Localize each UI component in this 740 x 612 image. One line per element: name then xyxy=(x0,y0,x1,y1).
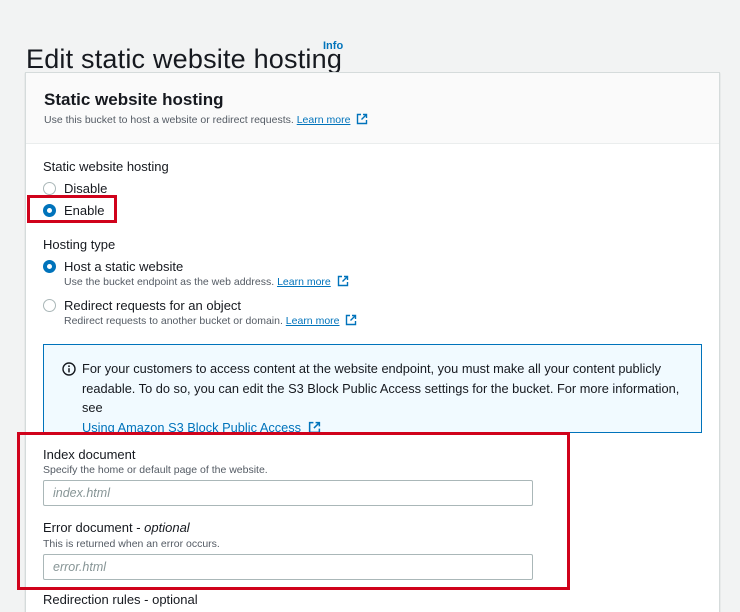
radio-redirect[interactable]: Redirect requests for an object xyxy=(43,298,241,313)
redirect-description: Redirect requests to another bucket or d… xyxy=(64,314,357,327)
radio-host-static-label: Host a static website xyxy=(64,259,184,274)
host-static-description: Use the bucket endpoint as the web addre… xyxy=(64,275,349,288)
radio-enable-circle[interactable] xyxy=(43,204,56,217)
error-document-description: This is returned when an error occurs. xyxy=(43,538,220,550)
info-alert-body: For your customers to access content at … xyxy=(82,361,680,415)
info-link[interactable]: Info xyxy=(323,40,343,52)
error-document-label: Error document - optional xyxy=(43,520,190,535)
info-circle-icon xyxy=(62,362,76,376)
error-document-input[interactable] xyxy=(43,554,533,580)
info-alert: For your customers to access content at … xyxy=(43,344,702,435)
hosting-type-label: Hosting type xyxy=(43,237,116,252)
index-document-label: Index document xyxy=(43,447,136,462)
error-document-optional: optional xyxy=(144,520,190,535)
redirect-description-text: Redirect requests to another bucket or d… xyxy=(64,315,283,327)
radio-disable[interactable]: Disable xyxy=(43,181,107,196)
radio-enable[interactable]: Enable xyxy=(43,203,104,218)
info-alert-text: For your customers to access content at … xyxy=(82,359,687,437)
redirection-rules-label: Redirection rules - optional xyxy=(43,592,198,607)
panel-title: Static website hosting xyxy=(44,90,224,109)
page-title: Edit static website hosting xyxy=(26,44,343,75)
index-document-description: Specify the home or default page of the … xyxy=(43,464,268,476)
radio-disable-label: Disable xyxy=(64,181,108,196)
radio-host-static-circle[interactable] xyxy=(43,260,56,273)
panel-description-text: Use this bucket to host a website or red… xyxy=(44,114,294,126)
panel-learn-more-link[interactable]: Learn more xyxy=(297,114,351,126)
external-link-icon xyxy=(308,421,320,433)
host-static-learn-more-link[interactable]: Learn more xyxy=(277,276,331,288)
index-document-input[interactable] xyxy=(43,480,533,506)
radio-enable-label: Enable xyxy=(64,203,105,218)
radio-disable-circle[interactable] xyxy=(43,182,56,195)
host-static-description-text: Use the bucket endpoint as the web addre… xyxy=(64,276,275,288)
panel-header: Static website hosting Use this bucket t… xyxy=(26,73,719,144)
radio-redirect-label: Redirect requests for an object xyxy=(64,298,242,313)
panel-description: Use this bucket to host a website or red… xyxy=(44,113,368,126)
external-link-icon xyxy=(357,113,368,125)
radio-redirect-circle[interactable] xyxy=(43,299,56,312)
external-link-icon xyxy=(337,275,348,287)
hosting-label: Static website hosting xyxy=(43,159,169,174)
error-document-label-text: Error document - xyxy=(43,520,145,535)
external-link-icon xyxy=(346,314,357,326)
block-public-access-link[interactable]: Using Amazon S3 Block Public Access xyxy=(82,420,301,435)
radio-host-static[interactable]: Host a static website xyxy=(43,259,183,274)
redirect-learn-more-link[interactable]: Learn more xyxy=(286,315,340,327)
